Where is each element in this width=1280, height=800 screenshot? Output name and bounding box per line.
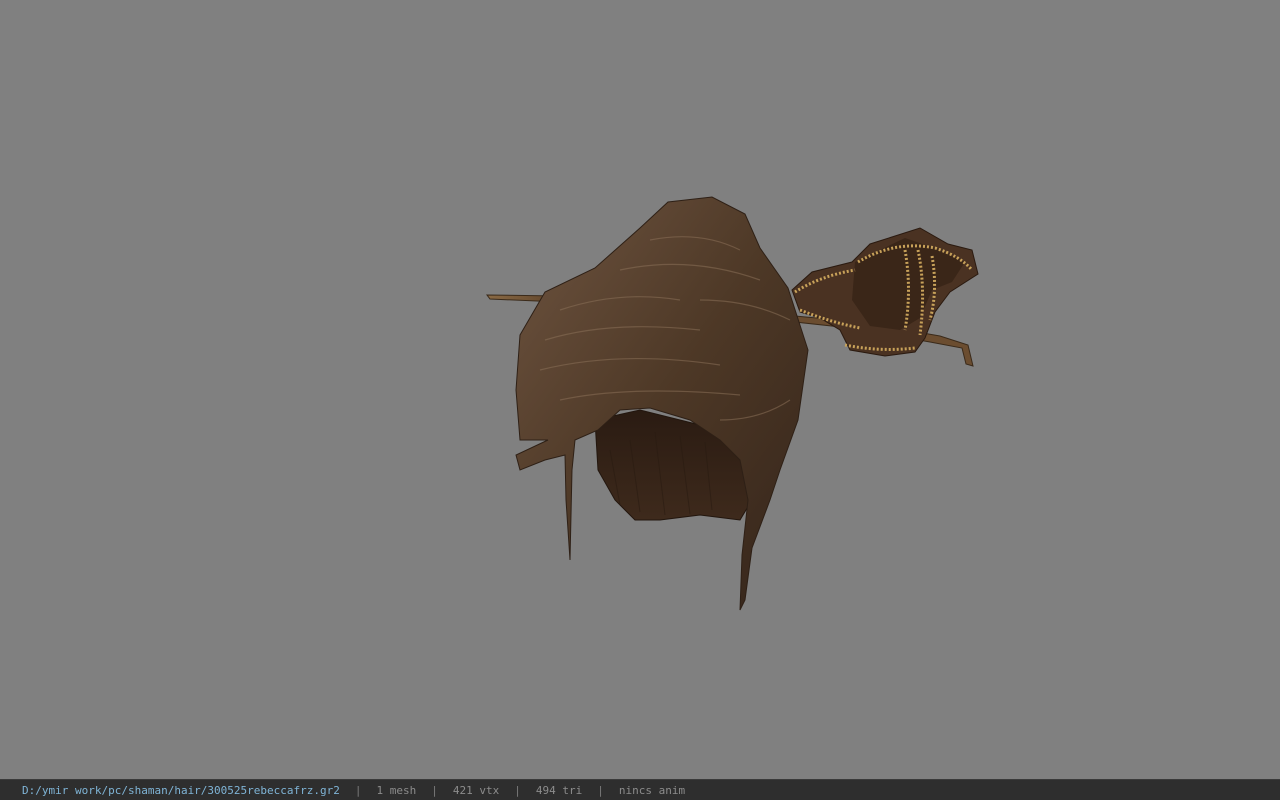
vertex-count: 421 vtx (452, 783, 500, 797)
separator: | (354, 783, 362, 797)
hair-model (485, 196, 979, 611)
hair-mesh (515, 196, 809, 611)
file-path: D:/ymir work/pc/shaman/hair/300525rebecc… (22, 783, 340, 797)
triangle-count: 494 tri (535, 783, 583, 797)
3d-viewport[interactable] (0, 0, 1280, 779)
animation-status: nincs anim (618, 783, 686, 797)
hairpin-ornament (791, 227, 979, 357)
separator: | (514, 783, 521, 797)
separator: | (597, 783, 604, 797)
mesh-count: 1 mesh (376, 783, 417, 797)
status-bar: D:/ymir work/pc/shaman/hair/300525rebecc… (0, 779, 1280, 800)
separator: | (431, 783, 438, 797)
